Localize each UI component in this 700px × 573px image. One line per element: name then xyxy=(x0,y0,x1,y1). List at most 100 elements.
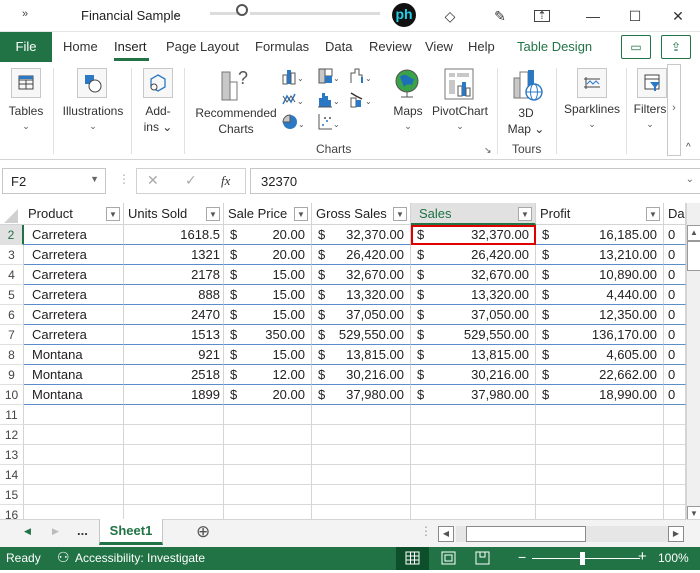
cell-date[interactable]: 0 xyxy=(664,305,686,325)
empty-cell[interactable] xyxy=(224,445,312,465)
statistic-chart-button[interactable]: ⌄ xyxy=(318,90,340,108)
cell-price[interactable]: $20.00 xyxy=(224,245,312,265)
cell-units[interactable]: 2470 xyxy=(124,305,224,325)
sheet-tab-sheet1[interactable]: Sheet1 xyxy=(99,519,163,545)
spreadsheet-grid[interactable]: Product ▼ Units Sold ▼ Sale Price ▼ Gross S… xyxy=(0,203,686,519)
cell-profit[interactable]: $16,185.00 xyxy=(536,225,664,245)
empty-cell[interactable] xyxy=(124,445,224,465)
filter-dropdown-icon[interactable]: ▼ xyxy=(206,207,220,221)
empty-cell[interactable] xyxy=(536,505,664,519)
charts-dialog-launcher-icon[interactable]: ↘ xyxy=(484,145,492,156)
vertical-scrollbar[interactable]: ▲ ▼ xyxy=(686,203,700,522)
pen-icon[interactable]: ✎ xyxy=(490,6,510,26)
empty-cell[interactable] xyxy=(312,505,411,519)
horizontal-scrollbar[interactable] xyxy=(456,526,668,542)
tab-data[interactable]: Data xyxy=(325,39,352,54)
recommended-charts-button[interactable]: ? Recommended Charts xyxy=(190,64,280,150)
expand-formula-bar-icon[interactable]: ⌄ xyxy=(686,174,694,185)
diamond-icon[interactable]: ◇ xyxy=(440,6,460,26)
zoom-in-button[interactable]: + xyxy=(638,548,647,565)
title-chevron-down-icon[interactable]: ⌄ xyxy=(173,7,182,20)
cell-product[interactable]: Montana xyxy=(24,365,124,385)
scatter-chart-button[interactable]: ⌄ xyxy=(318,113,340,131)
cell-profit[interactable]: $12,350.00 xyxy=(536,305,664,325)
empty-cell[interactable] xyxy=(24,405,124,425)
cell-units[interactable]: 1513 xyxy=(124,325,224,345)
empty-cell[interactable] xyxy=(124,405,224,425)
row-header[interactable]: 6 xyxy=(0,305,24,325)
tab-split-handle[interactable]: ⋮ xyxy=(420,524,432,538)
cell-profit[interactable]: $136,170.00 xyxy=(536,325,664,345)
cell-product[interactable]: Carretera xyxy=(24,325,124,345)
row-header[interactable]: 3 xyxy=(0,245,24,265)
cell-units[interactable]: 888 xyxy=(124,285,224,305)
empty-cell[interactable] xyxy=(664,485,686,505)
insert-function-icon[interactable]: fx xyxy=(221,173,230,189)
tab-formulas[interactable]: Formulas xyxy=(255,39,309,54)
cell-sales[interactable]: $26,420.00 xyxy=(411,245,536,265)
empty-cell[interactable] xyxy=(312,445,411,465)
cell-gross[interactable]: $37,050.00 xyxy=(312,305,411,325)
3d-map-button[interactable]: 3D Map ⌄ xyxy=(502,64,550,150)
empty-cell[interactable] xyxy=(411,405,536,425)
cell-product[interactable]: Carretera xyxy=(24,245,124,265)
cell-price[interactable]: $20.00 xyxy=(224,225,312,245)
empty-cell[interactable] xyxy=(536,465,664,485)
header-profit[interactable]: Profit ▼ xyxy=(536,203,664,225)
empty-cell[interactable] xyxy=(411,505,536,519)
cell-gross[interactable]: $529,550.00 xyxy=(312,325,411,345)
empty-cell[interactable] xyxy=(312,485,411,505)
tab-file[interactable]: File xyxy=(0,32,52,62)
empty-cell[interactable] xyxy=(411,485,536,505)
ribbon-scroll-right-button[interactable]: › xyxy=(667,64,681,156)
cell-price[interactable]: $15.00 xyxy=(224,305,312,325)
vertical-scroll-thumb[interactable] xyxy=(687,241,700,271)
empty-cell[interactable] xyxy=(411,445,536,465)
cell-profit[interactable]: $4,440.00 xyxy=(536,285,664,305)
tab-insert[interactable]: Insert xyxy=(114,39,147,54)
cell-sales[interactable]: $37,050.00 xyxy=(411,305,536,325)
cell-units[interactable]: 1321 xyxy=(124,245,224,265)
row-header[interactable]: 12 xyxy=(0,425,24,445)
enter-icon[interactable]: ✓ xyxy=(185,172,197,189)
row-header[interactable]: 11 xyxy=(0,405,24,425)
next-sheet-button[interactable]: ▶ xyxy=(52,526,59,537)
cell-sales[interactable]: $13,815.00 xyxy=(411,345,536,365)
cell-date[interactable]: 0 xyxy=(664,345,686,365)
accessibility-status[interactable]: Accessibility: Investigate xyxy=(75,551,205,565)
row-header[interactable]: 16 xyxy=(0,505,24,519)
name-box[interactable]: F2 ▼ xyxy=(2,168,106,194)
cell-sales[interactable]: $30,216.00 xyxy=(411,365,536,385)
header-sale-price[interactable]: Sale Price ▼ xyxy=(224,203,312,225)
select-all-corner[interactable] xyxy=(0,203,24,225)
zoom-slider-thumb[interactable] xyxy=(580,552,585,565)
empty-cell[interactable] xyxy=(536,445,664,465)
filter-dropdown-icon[interactable]: ▼ xyxy=(646,207,660,221)
horizontal-scroll-thumb[interactable] xyxy=(466,526,586,542)
illustrations-button[interactable]: Illustrations ⌄ xyxy=(58,64,128,150)
maps-button[interactable]: Maps ⌄ xyxy=(388,64,428,150)
empty-cell[interactable] xyxy=(312,465,411,485)
maximize-button[interactable]: ☐ xyxy=(625,6,645,26)
zoom-level[interactable]: 100% xyxy=(658,551,689,565)
quick-access-overflow-icon[interactable]: » xyxy=(22,8,28,20)
empty-cell[interactable] xyxy=(24,465,124,485)
empty-cell[interactable] xyxy=(664,465,686,485)
cell-product[interactable]: Carretera xyxy=(24,265,124,285)
header-product[interactable]: Product ▼ xyxy=(24,203,124,225)
empty-cell[interactable] xyxy=(224,405,312,425)
cell-price[interactable]: $15.00 xyxy=(224,265,312,285)
cell-date[interactable]: 0 xyxy=(664,385,686,405)
empty-cell[interactable] xyxy=(124,425,224,445)
row-header[interactable]: 10 xyxy=(0,385,24,405)
cell-date[interactable]: 0 xyxy=(664,365,686,385)
zoom-out-button[interactable]: − xyxy=(518,549,526,565)
collapse-ribbon-icon[interactable]: ^ xyxy=(686,142,691,153)
empty-cell[interactable] xyxy=(24,425,124,445)
tab-table-design[interactable]: Table Design xyxy=(517,39,592,54)
filter-dropdown-icon[interactable]: ▼ xyxy=(393,207,407,221)
cell-gross[interactable]: $32,370.00 xyxy=(312,225,411,245)
normal-view-button[interactable] xyxy=(396,547,429,570)
waterfall-chart-button[interactable]: ⌄ xyxy=(350,67,372,85)
cell-profit[interactable]: $4,605.00 xyxy=(536,345,664,365)
